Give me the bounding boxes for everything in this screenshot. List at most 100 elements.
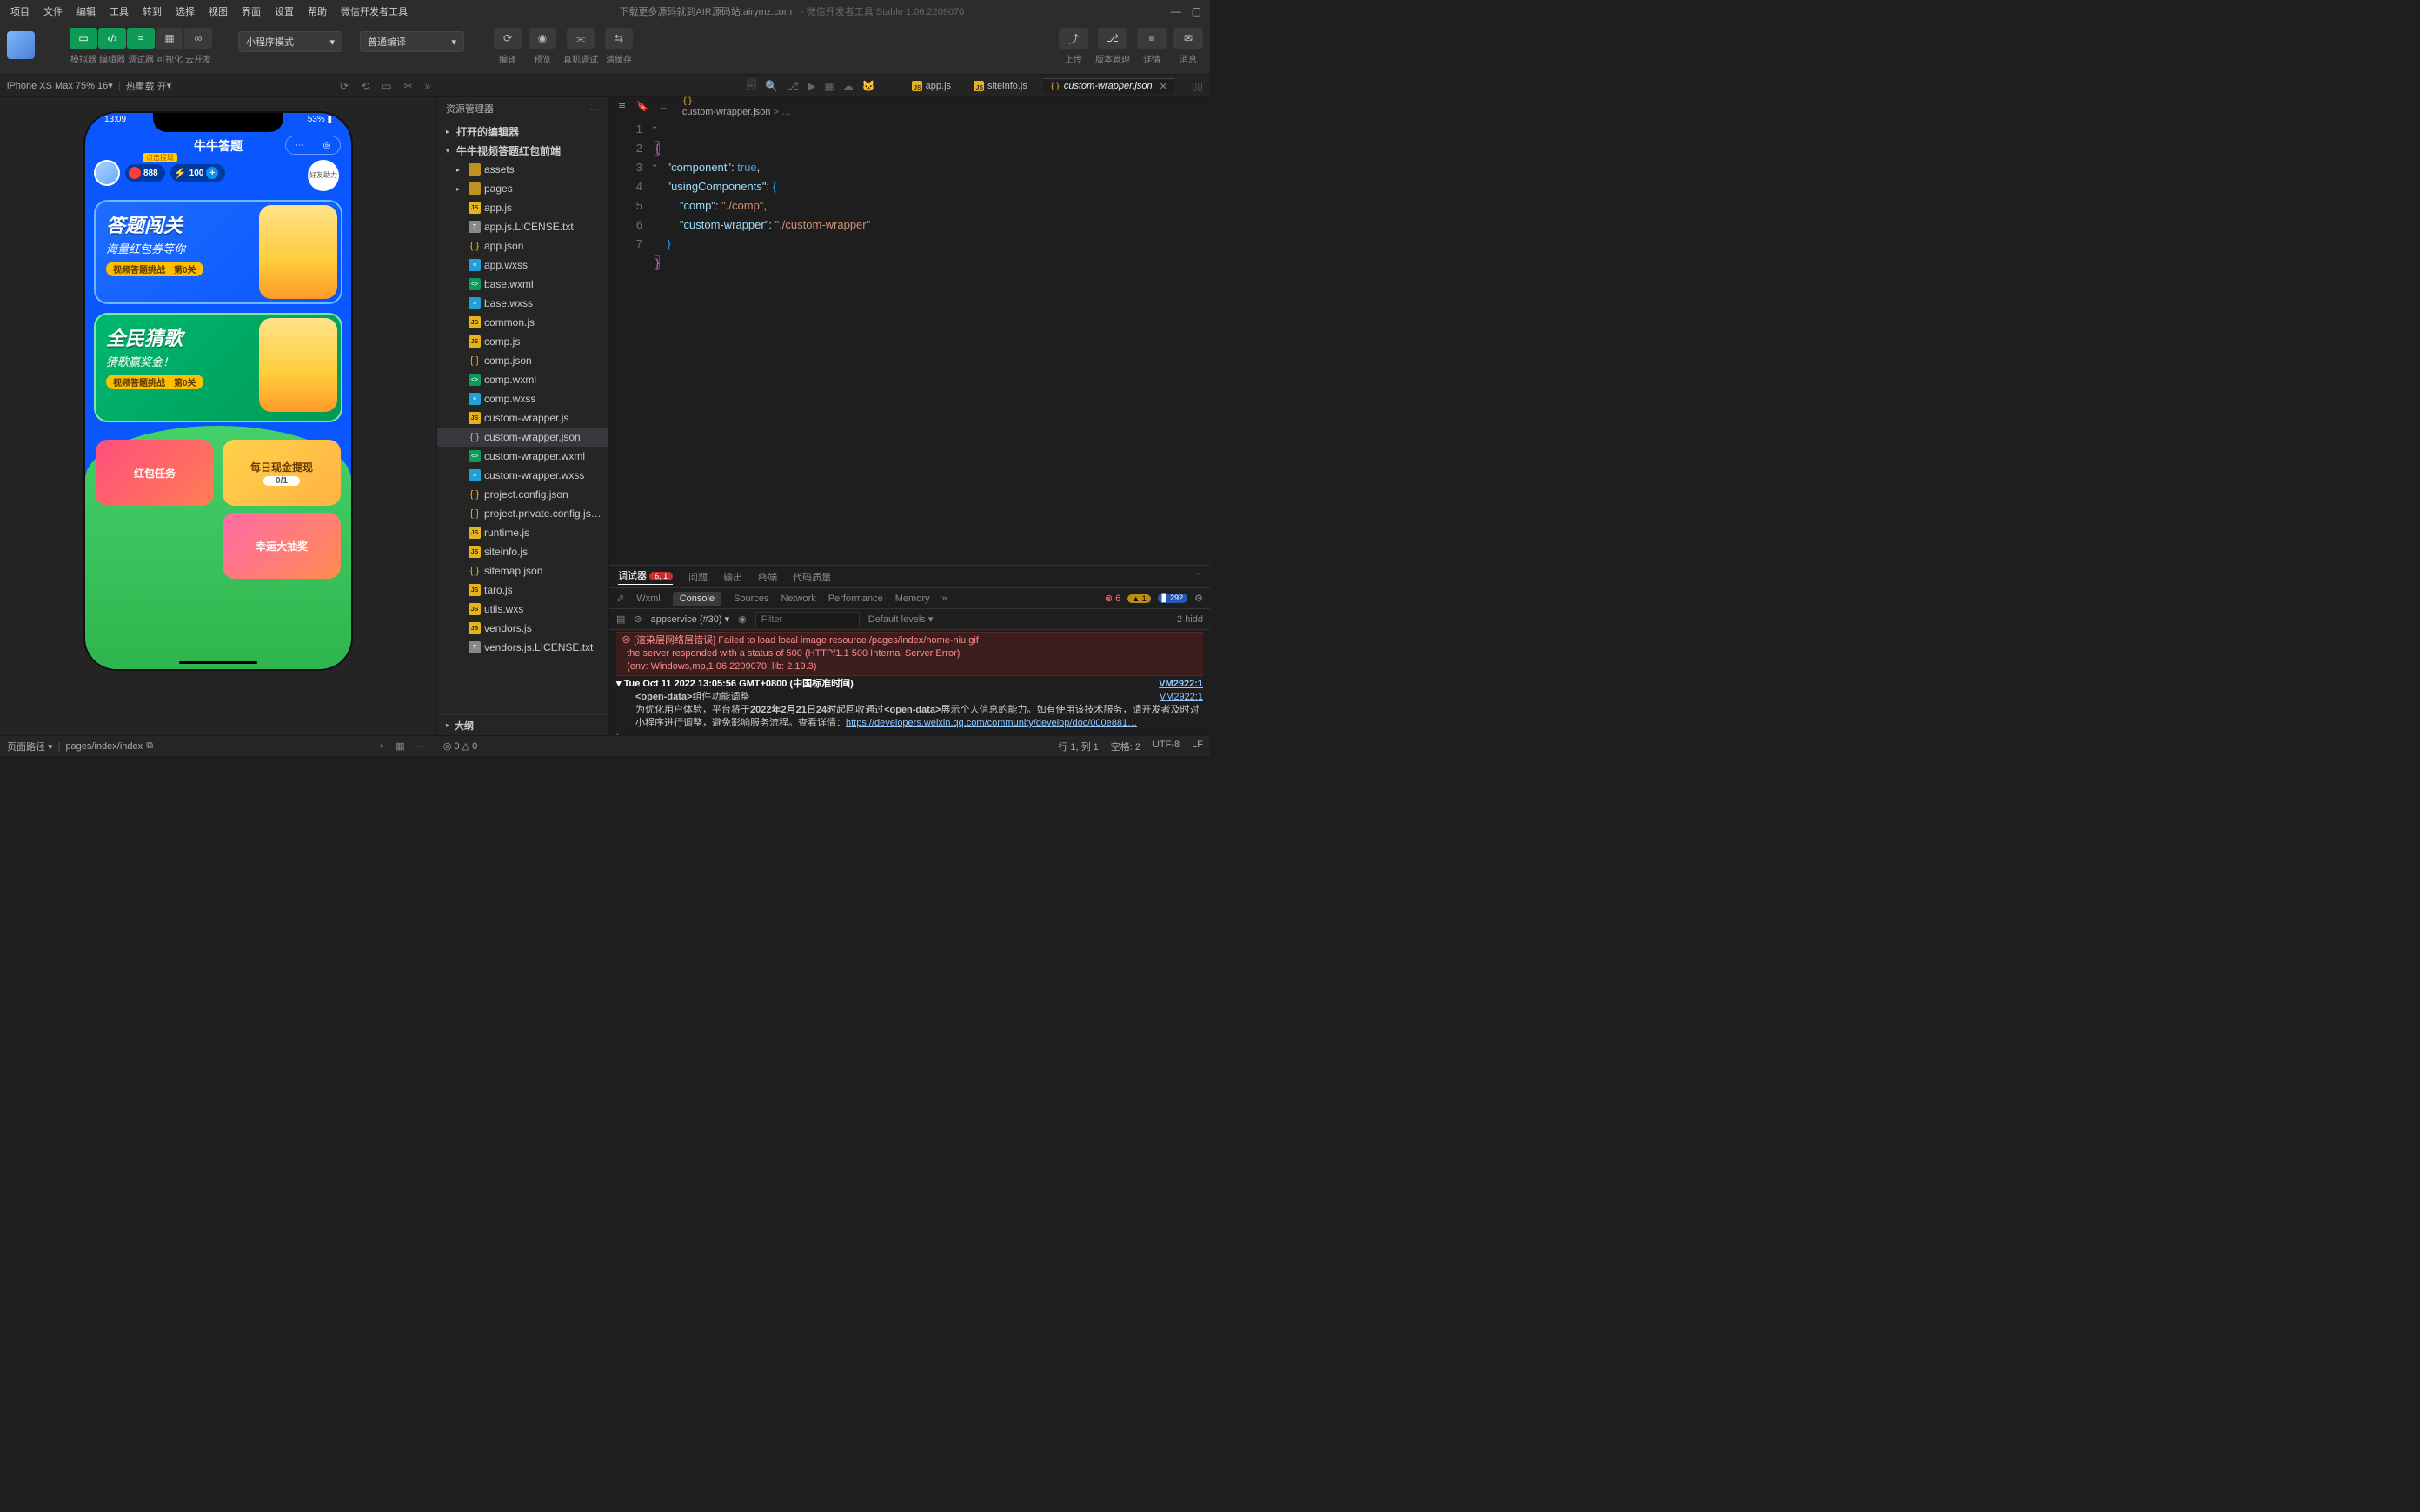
cursor-pos[interactable]: 行 1, 列 1 bbox=[1058, 739, 1098, 753]
menu-wechat[interactable]: 微信开发者工具 bbox=[336, 3, 413, 20]
ext-icon[interactable]: ▦ bbox=[824, 80, 834, 92]
remote-debug-button[interactable]: ⫘ bbox=[567, 28, 595, 49]
tree-item[interactable]: ▸pages bbox=[437, 179, 608, 198]
coin-pill[interactable]: 888 bbox=[125, 164, 165, 182]
levels-select[interactable]: Default levels ▾ bbox=[868, 613, 934, 625]
context-select[interactable]: appservice (#30) ▾ bbox=[651, 613, 730, 625]
details-button[interactable]: ≡ bbox=[1137, 28, 1167, 49]
tab-problems[interactable]: 问题 bbox=[688, 570, 708, 584]
cut-icon[interactable]: ✂ bbox=[404, 80, 413, 92]
menu-help[interactable]: 帮助 bbox=[302, 3, 332, 20]
tab-app-js[interactable]: JSapp.js bbox=[905, 79, 958, 93]
tree-item[interactable]: JSruntime.js bbox=[437, 523, 608, 542]
eol[interactable]: LF bbox=[1192, 739, 1203, 753]
dt-sources[interactable]: Sources bbox=[734, 594, 768, 604]
problems-summary[interactable]: ◎ 0 △ 0 bbox=[443, 740, 477, 752]
dt-memory[interactable]: Memory bbox=[895, 594, 930, 604]
clear-console-icon[interactable]: ⊘ bbox=[634, 613, 642, 625]
compile-button[interactable]: ⟳ bbox=[494, 28, 522, 49]
tree-item[interactable]: Tapp.js.LICENSE.txt bbox=[437, 217, 608, 236]
tab-siteinfo-js[interactable]: JSsiteinfo.js bbox=[967, 79, 1034, 93]
indent-info[interactable]: 空格: 2 bbox=[1111, 739, 1140, 753]
tree-root[interactable]: ▸打开的编辑器 bbox=[437, 122, 608, 141]
menu-edit[interactable]: 编辑 bbox=[71, 3, 101, 20]
tree-root[interactable]: ▾牛牛视频答题红包前端 bbox=[437, 141, 608, 160]
tree-item[interactable]: JSapp.js bbox=[437, 198, 608, 217]
mini-program-mode-select[interactable]: 小程序模式▾ bbox=[238, 31, 342, 52]
inspect-icon[interactable]: ⬀ bbox=[616, 593, 624, 604]
dt-perf[interactable]: Performance bbox=[828, 594, 883, 604]
tab-output[interactable]: 输出 bbox=[723, 570, 742, 584]
tree-item[interactable]: { }app.json bbox=[437, 236, 608, 255]
tree-item[interactable]: JScomp.js bbox=[437, 332, 608, 351]
explorer-more-icon[interactable]: ⋯ bbox=[590, 103, 600, 115]
page-path-label[interactable]: 页面路径 ▾ bbox=[7, 739, 53, 753]
fold-icon[interactable]: ⌄ bbox=[651, 122, 658, 131]
db-icon[interactable]: ☁ bbox=[843, 80, 854, 92]
editor-toggle[interactable]: ‹/› bbox=[98, 28, 126, 49]
tab-terminal[interactable]: 终端 bbox=[758, 570, 777, 584]
message-button[interactable]: ✉ bbox=[1173, 28, 1203, 49]
more-status-icon[interactable]: ⋯ bbox=[416, 741, 426, 752]
code-editor[interactable]: 123 456 7 ⌄ ⌄ { "component": true, "usin… bbox=[609, 116, 1210, 565]
tab-custom-wrapper[interactable]: { }custom-wrapper.json ✕ bbox=[1043, 78, 1174, 94]
gear-icon[interactable]: ⚙ bbox=[1194, 593, 1203, 604]
tree-item[interactable]: JSvendors.js bbox=[437, 619, 608, 638]
tree-item[interactable]: ▸assets bbox=[437, 160, 608, 179]
tree-item[interactable]: JScustom-wrapper.js bbox=[437, 408, 608, 428]
git-icon[interactable]: ⎇ bbox=[787, 80, 799, 92]
close-tab-icon[interactable]: ✕ bbox=[1160, 81, 1167, 92]
tree-item[interactable]: ≡comp.wxss bbox=[437, 389, 608, 408]
sidebar-toggle-icon[interactable]: ▤ bbox=[616, 613, 625, 625]
tree-item[interactable]: <>base.wxml bbox=[437, 275, 608, 294]
location-icon[interactable]: ⌖ bbox=[379, 741, 384, 752]
lucky-draw-card[interactable]: 幸运大抽奖 bbox=[223, 513, 341, 579]
list-icon[interactable]: ≣ bbox=[618, 101, 626, 112]
tree-item[interactable]: JScommon.js bbox=[437, 313, 608, 332]
tree-item[interactable]: { }comp.json bbox=[437, 351, 608, 370]
tab-debugger[interactable]: 调试器 6, 1 bbox=[618, 568, 673, 585]
tree-item[interactable]: Tvendors.js.LICENSE.txt bbox=[437, 638, 608, 657]
miniapp-capsule[interactable]: ⋯◎ bbox=[285, 136, 341, 155]
refresh-icon[interactable]: ⟳ bbox=[340, 80, 349, 92]
cat-icon[interactable]: 🐱 bbox=[862, 80, 875, 92]
tree-item[interactable]: { }custom-wrapper.json bbox=[437, 428, 608, 447]
back-icon[interactable]: ← bbox=[659, 102, 668, 112]
debugger-toggle[interactable]: ≈ bbox=[127, 28, 155, 49]
page-path[interactable]: pages/index/index bbox=[65, 741, 143, 752]
maximize-button[interactable]: ▢ bbox=[1192, 5, 1201, 17]
tree-item[interactable]: ≡app.wxss bbox=[437, 255, 608, 275]
bookmark-icon[interactable]: 🔖 bbox=[636, 101, 648, 112]
copy-path-icon[interactable]: ⧉ bbox=[146, 740, 153, 752]
doc-link[interactable]: https://developers.weixin.qq.com/communi… bbox=[846, 718, 1137, 728]
tree-item[interactable]: ≡custom-wrapper.wxss bbox=[437, 466, 608, 485]
hot-reload-toggle[interactable]: 热重载 开 bbox=[126, 79, 167, 93]
tree-item[interactable]: JStaro.js bbox=[437, 580, 608, 600]
menu-project[interactable]: 项目 bbox=[5, 3, 35, 20]
filter-input[interactable] bbox=[755, 612, 860, 627]
rotate-icon[interactable]: ⟲ bbox=[361, 80, 369, 92]
panel-collapse-icon[interactable]: ⌃ bbox=[1194, 572, 1201, 581]
tree-item[interactable]: JSsiteinfo.js bbox=[437, 542, 608, 561]
tree-item[interactable]: { }project.private.config.js… bbox=[437, 504, 608, 523]
device-select[interactable]: iPhone XS Max 75% 16 bbox=[7, 81, 108, 91]
outline-header[interactable]: ▸大纲 bbox=[437, 714, 608, 735]
withdraw-tag[interactable]: 点击提现 bbox=[143, 153, 177, 162]
dt-console[interactable]: Console bbox=[673, 592, 721, 606]
menu-goto[interactable]: 转到 bbox=[137, 3, 167, 20]
simulator-toggle[interactable]: ▭ bbox=[70, 28, 97, 49]
dt-wxml[interactable]: Wxml bbox=[636, 594, 661, 604]
dt-more-icon[interactable]: » bbox=[942, 594, 947, 604]
scene-icon[interactable]: ▦ bbox=[396, 741, 404, 752]
console-body[interactable]: ⊗ [渲染层网络层错误] Failed to load local image … bbox=[609, 630, 1210, 735]
fold-icon-2[interactable]: ⌄ bbox=[651, 160, 658, 169]
redpacket-task-card[interactable]: 红包任务 bbox=[96, 440, 214, 506]
vm-link[interactable]: VM2922:1 bbox=[1159, 678, 1203, 691]
search-icon[interactable]: 🔍 bbox=[765, 80, 778, 92]
code-body[interactable]: { "component": true, "usingComponents": … bbox=[649, 116, 870, 565]
song-card[interactable]: 全民猜歌 猜歌赢奖金！ 视频答题挑战 第0关 bbox=[94, 313, 342, 422]
preview-button[interactable]: ◉ bbox=[529, 28, 556, 49]
cloud-toggle[interactable]: ∞ bbox=[184, 28, 212, 49]
compile-mode-select[interactable]: 普通编译▾ bbox=[360, 31, 464, 52]
quiz-card[interactable]: 答题闯关 海量红包券等你 视频答题挑战 第0关 bbox=[94, 200, 342, 304]
